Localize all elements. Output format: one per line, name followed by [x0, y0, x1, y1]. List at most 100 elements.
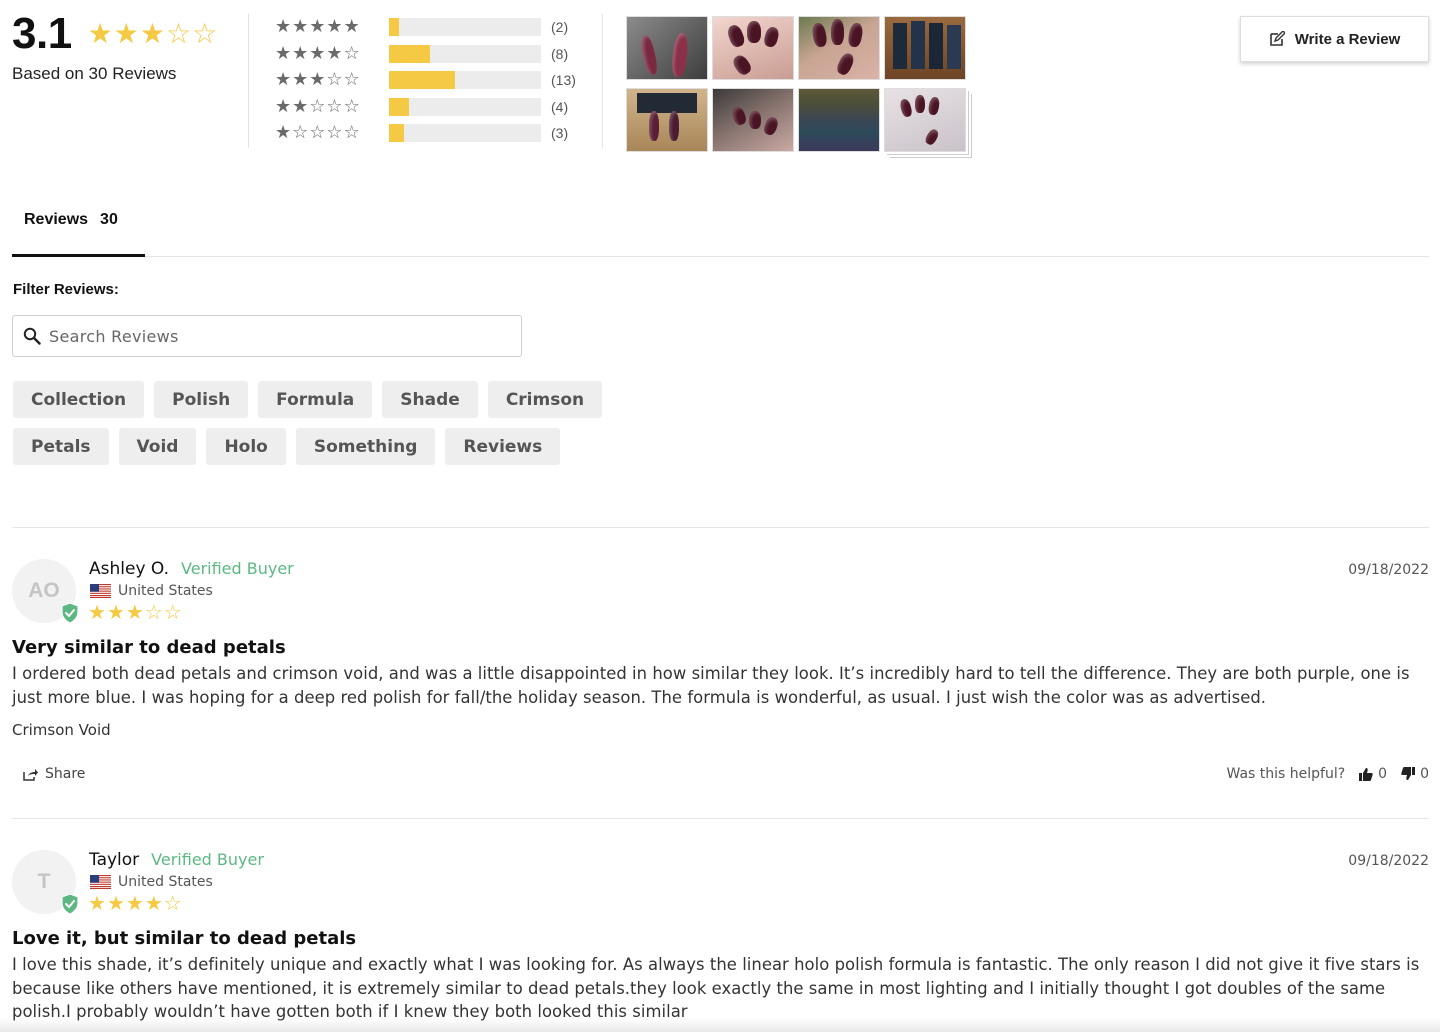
histogram-row-5-star[interactable]: ★ ★ ★ ★ ★ (2): [275, 14, 576, 41]
star-full-icon: ★: [309, 69, 326, 91]
reviewer-location: United States: [90, 874, 213, 890]
write-review-button[interactable]: Write a Review: [1240, 16, 1429, 62]
rating-summary: 3.1 ★ ★ ★ ☆ ☆ Based on 30 Reviews: [12, 10, 237, 84]
gallery-photo-2[interactable]: [712, 16, 794, 80]
histogram-stars: ★ ★ ★ ☆ ☆: [275, 71, 371, 89]
histogram-bar: [389, 124, 541, 143]
review-title: Love it, but similar to dead petals: [12, 928, 357, 949]
star-full-icon: ★: [343, 16, 360, 38]
histogram-bar-fill: [389, 44, 430, 63]
histogram-row-4-star[interactable]: ★ ★ ★ ★ ☆ (8): [275, 41, 576, 68]
rating-histogram: ★ ★ ★ ★ ★ (2) ★ ★ ★ ★ ☆ (8) ★ ★ ★ ☆ ☆ (13) ★ ★ ☆ ☆ ☆ (4) ★ ☆ ☆ ☆ ☆ (3…: [275, 14, 576, 147]
nail-icon: [831, 19, 844, 45]
histogram-stars: ★ ★ ★ ★ ★: [275, 18, 371, 36]
star-empty-icon: ☆: [343, 69, 360, 91]
gallery-photo-1[interactable]: [626, 16, 708, 80]
histogram-bar: [389, 97, 541, 116]
filter-chip-crimson[interactable]: Crimson: [487, 381, 603, 418]
star-empty-icon: ☆: [144, 600, 163, 624]
star-full-icon: ★: [309, 42, 326, 64]
share-button[interactable]: Share: [23, 766, 85, 782]
nail-icon: [915, 95, 925, 113]
divider: [12, 818, 1429, 819]
us-flag-icon: [90, 875, 111, 889]
thumbs-up-button[interactable]: 0: [1359, 766, 1387, 782]
star-full-icon: ★: [292, 16, 309, 38]
histogram-row-3-star[interactable]: ★ ★ ★ ☆ ☆ (13): [275, 67, 576, 94]
filter-chip-shade[interactable]: Shade: [382, 381, 478, 418]
gallery-photo-3[interactable]: [798, 16, 880, 80]
filter-chip-something[interactable]: Something: [295, 428, 436, 465]
location-text: United States: [118, 874, 213, 890]
histogram-row-1-star[interactable]: ★ ☆ ☆ ☆ ☆ (3): [275, 120, 576, 147]
verified-badge-icon: [61, 893, 79, 915]
reviewer-name: Taylor: [89, 850, 140, 870]
thumbs-down-icon: [1401, 767, 1416, 780]
star-empty-icon: ☆: [163, 891, 182, 915]
gallery-photo-8[interactable]: [884, 88, 966, 152]
review-body: I ordered both dead petals and crimson v…: [12, 664, 1410, 707]
nail-icon: [811, 22, 828, 48]
star-empty-icon: ☆: [326, 122, 343, 144]
search-input[interactable]: [49, 326, 489, 346]
review-count-text: Based on 30 Reviews: [12, 64, 177, 83]
write-review-label: Write a Review: [1294, 30, 1401, 48]
photo-gallery: [626, 16, 966, 152]
histogram-count: (8): [551, 45, 569, 62]
tab-reviews-label: Reviews: [24, 210, 89, 228]
histogram-bar: [389, 18, 541, 37]
us-flag-icon: [90, 584, 111, 598]
histogram-bar-fill: [389, 18, 400, 37]
gallery-photo-6[interactable]: [712, 88, 794, 152]
photo-stack: [885, 89, 965, 151]
search-icon: [23, 327, 41, 345]
divider: [602, 14, 603, 148]
star-full-icon: ★: [275, 95, 292, 117]
star-full-icon: ★: [144, 891, 163, 915]
review-title: Very similar to dead petals: [12, 637, 286, 658]
star-empty-icon: ☆: [163, 600, 182, 624]
polish-box-icon: [893, 23, 907, 69]
star-full-icon: ★: [292, 42, 309, 64]
star-full-icon: ★: [106, 600, 125, 624]
polish-bottle-icon: [638, 34, 660, 76]
filter-chip-polish[interactable]: Polish: [154, 381, 249, 418]
filter-chip-reviews[interactable]: Reviews: [445, 428, 561, 465]
divider: [12, 527, 1429, 528]
filter-chip-petals[interactable]: Petals: [13, 428, 109, 465]
histogram-bar-fill: [389, 124, 405, 143]
review-date: 09/18/2022: [1348, 562, 1429, 578]
filter-chip-holo[interactable]: Holo: [206, 428, 286, 465]
star-full-icon: ★: [125, 891, 144, 915]
nail-icon: [847, 22, 864, 48]
tab-reviews[interactable]: Reviews 30: [12, 195, 145, 257]
histogram-count: (13): [551, 72, 576, 89]
histogram-row-2-star[interactable]: ★ ★ ☆ ☆ ☆ (4): [275, 94, 576, 121]
star-empty-icon: ☆: [292, 122, 309, 144]
filter-chip-collection[interactable]: Collection: [13, 381, 145, 418]
filter-chip-void[interactable]: Void: [118, 428, 197, 465]
gallery-photo-7[interactable]: [798, 88, 880, 152]
star-full-icon: ★: [106, 891, 125, 915]
star-full-icon: ★: [326, 42, 343, 64]
thumbs-down-button[interactable]: 0: [1401, 766, 1429, 782]
nail-icon: [762, 25, 781, 49]
nail-icon: [923, 127, 941, 147]
star-empty-icon: ☆: [309, 95, 326, 117]
star-full-icon: ★: [275, 122, 292, 144]
histogram-bar: [389, 71, 541, 90]
histogram-stars: ★ ☆ ☆ ☆ ☆: [275, 124, 371, 142]
histogram-bar-fill: [389, 97, 410, 116]
gallery-photo-5[interactable]: [626, 88, 708, 152]
gallery-photo-4[interactable]: [884, 16, 966, 80]
verified-buyer-label: Verified Buyer: [151, 850, 264, 869]
review-tabs: Reviews 30: [12, 195, 1429, 257]
star-full-icon: ★: [125, 600, 144, 624]
filter-chip-formula[interactable]: Formula: [258, 381, 373, 418]
polish-bottle-icon: [669, 111, 679, 141]
search-field: [12, 315, 522, 357]
nail-icon: [747, 21, 761, 43]
share-label: Share: [45, 766, 86, 782]
average-row: 3.1 ★ ★ ★ ☆ ☆: [12, 10, 237, 58]
star-empty-icon: ☆: [326, 95, 343, 117]
